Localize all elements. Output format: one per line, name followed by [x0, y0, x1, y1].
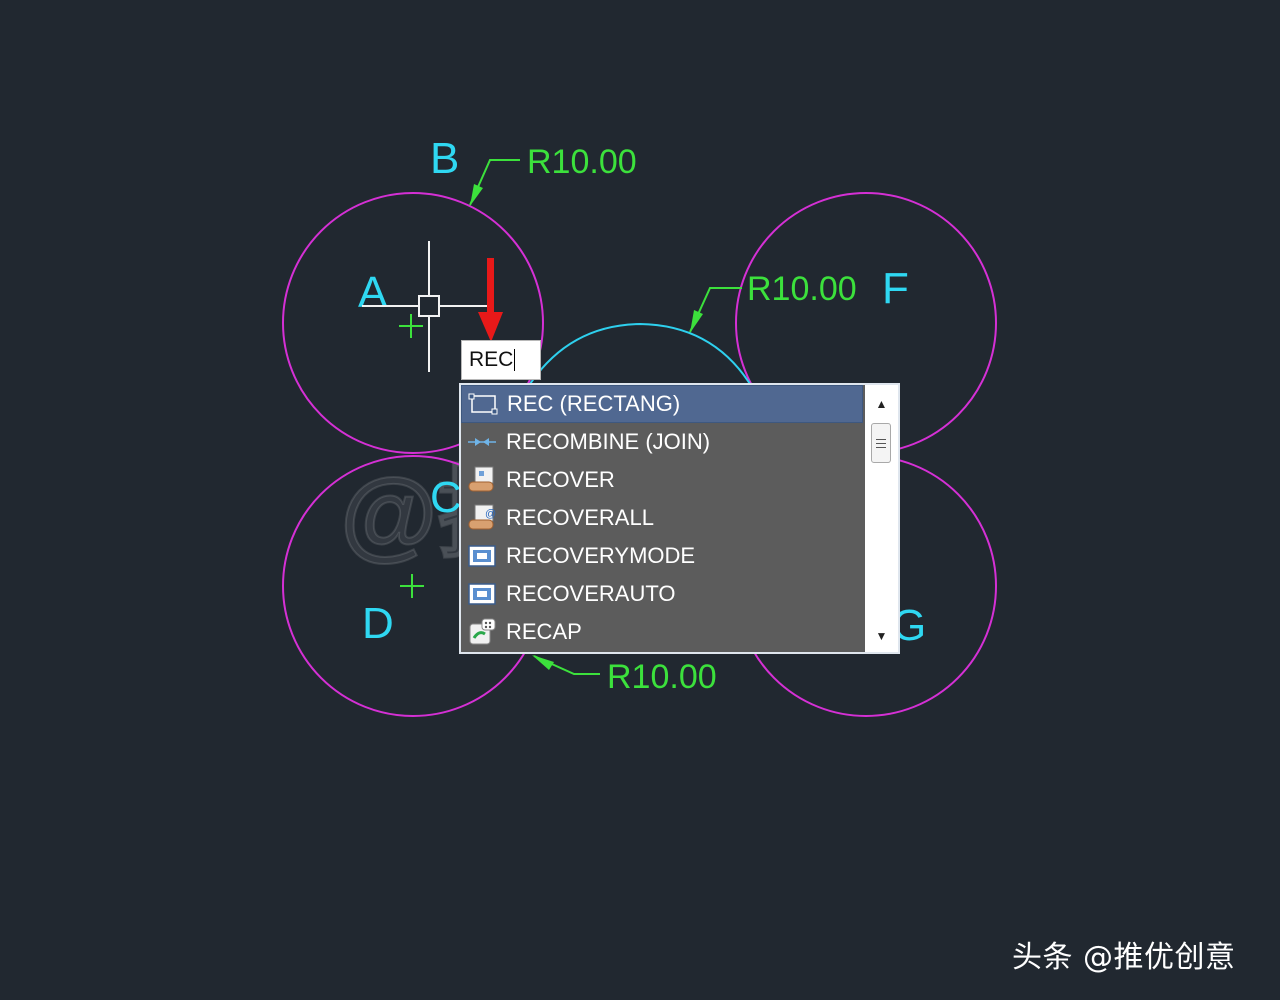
- recoverauto-icon: [466, 580, 498, 608]
- center-mark-d: [400, 574, 424, 598]
- recoverymode-icon: [466, 542, 498, 570]
- autocomplete-dropdown[interactable]: REC (RECTANG) RECOMBINE (JOIN) RECOVER @…: [459, 383, 900, 654]
- autocomplete-item-label: RECOMBINE (JOIN): [506, 429, 711, 454]
- dimension-leader-bottom: [532, 655, 600, 675]
- recoverall-icon: @: [466, 504, 498, 532]
- scroll-down-arrow-icon[interactable]: ▼: [865, 625, 898, 647]
- join-icon: [466, 428, 498, 456]
- autocomplete-item-recap[interactable]: RECAP: [461, 613, 863, 651]
- autocomplete-item-label: RECOVER: [506, 467, 615, 492]
- autocomplete-list: REC (RECTANG) RECOMBINE (JOIN) RECOVER @…: [461, 385, 863, 652]
- autocomplete-item-label: REC (RECTANG): [507, 391, 681, 416]
- command-input-value: REC: [469, 348, 514, 371]
- autocomplete-item-label: RECAP: [506, 619, 582, 644]
- autocomplete-item-recover[interactable]: RECOVER: [461, 461, 863, 499]
- point-label-d: D: [362, 599, 394, 648]
- recap-icon: [466, 618, 498, 646]
- annotation-arrow-icon: [478, 258, 503, 342]
- command-input[interactable]: REC: [461, 340, 541, 380]
- point-label-b: B: [430, 134, 459, 183]
- autocomplete-item-recombine[interactable]: RECOMBINE (JOIN): [461, 423, 863, 461]
- autocomplete-item-rectang[interactable]: REC (RECTANG): [461, 385, 863, 423]
- autocomplete-item-label: RECOVERAUTO: [506, 581, 676, 606]
- point-label-f: F: [882, 264, 909, 313]
- svg-text:@: @: [485, 508, 496, 520]
- rectangle-icon: [467, 390, 499, 418]
- arc-c[interactable]: [529, 322, 751, 385]
- autocomplete-item-recoverall[interactable]: @ RECOVERALL: [461, 499, 863, 537]
- dimension-text-middle: R10.00: [747, 270, 857, 308]
- autocomplete-item-recoverauto[interactable]: RECOVERAUTO: [461, 575, 863, 613]
- point-label-a: A: [358, 268, 388, 317]
- center-mark-a: [399, 314, 423, 338]
- dimension-leader-middle: [689, 287, 742, 333]
- dimension-text-bottom: R10.00: [607, 658, 717, 696]
- scrollbar-thumb[interactable]: [871, 423, 891, 463]
- watermark-text: 头条 @推优创意: [1012, 940, 1236, 975]
- recover-icon: [466, 466, 498, 494]
- scroll-up-arrow-icon[interactable]: ▲: [865, 393, 898, 415]
- autocomplete-item-label: RECOVERALL: [506, 505, 654, 530]
- autocomplete-item-label: RECOVERYMODE: [506, 543, 696, 568]
- point-label-c: C: [430, 473, 462, 522]
- autocomplete-item-recoverymode[interactable]: RECOVERYMODE: [461, 537, 863, 575]
- dimension-text-top: R10.00: [527, 143, 637, 181]
- dimension-leader-top: [469, 159, 520, 206]
- autocomplete-scrollbar[interactable]: ▲ ▼: [865, 385, 898, 652]
- text-caret: [514, 349, 516, 371]
